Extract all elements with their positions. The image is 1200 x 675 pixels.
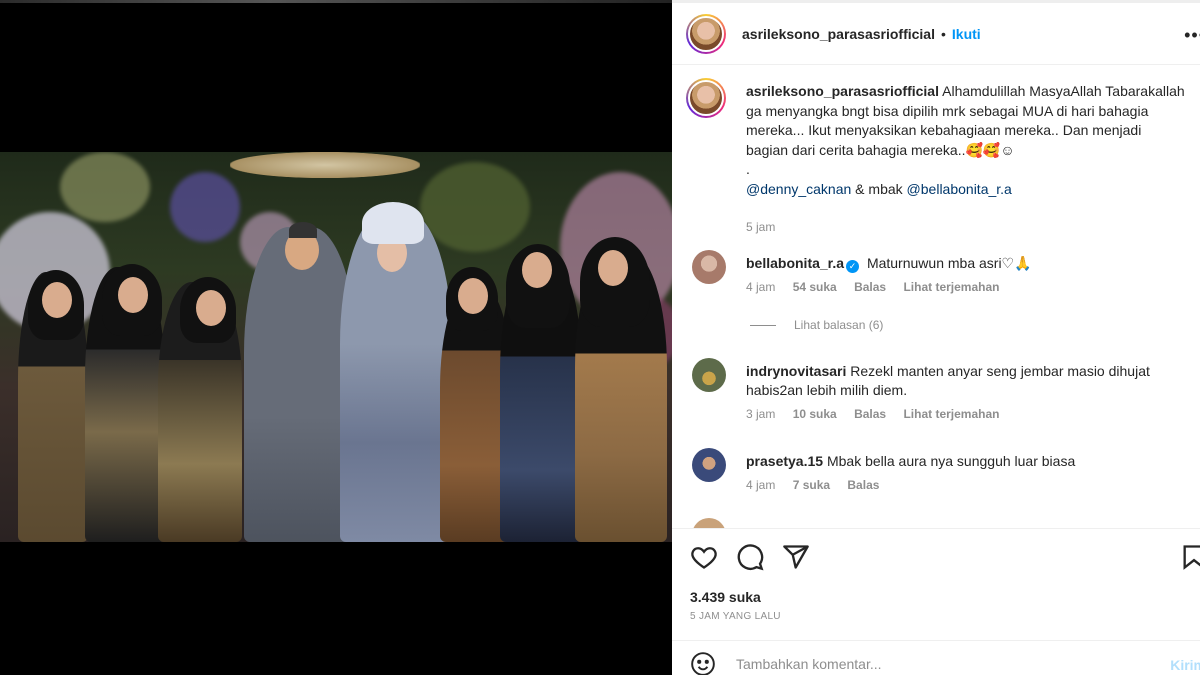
post-header: asrileksono_parasasriofficial • Ikuti ••… bbox=[672, 3, 1200, 65]
post-time-ago[interactable]: 5 JAM YANG LALU bbox=[690, 611, 781, 622]
smiley-icon[interactable] bbox=[690, 651, 716, 675]
comment-likes[interactable]: 7 suka bbox=[793, 478, 830, 492]
caption-mention-denny[interactable]: @denny_caknan bbox=[746, 181, 851, 197]
comment-text: bellabonita_r.a ✓ Maturnuwun mba asri♡🙏 bbox=[746, 254, 1200, 273]
comment-meta: 4 jam 7 suka Balas bbox=[746, 478, 893, 492]
comment-meta: 4 jam 54 suka Balas Lihat terjemahan bbox=[746, 280, 1013, 294]
heart-icon[interactable] bbox=[690, 543, 718, 571]
comment-time[interactable]: 3 jam bbox=[746, 407, 775, 421]
post-photo[interactable] bbox=[0, 152, 672, 542]
send-icon[interactable] bbox=[782, 543, 810, 571]
comment-body: Maturnuwun mba asri♡🙏 bbox=[866, 255, 1032, 271]
caption-connector: & mbak bbox=[851, 180, 907, 197]
caption-username[interactable]: asrileksono_parasasriofficial bbox=[746, 83, 939, 99]
post-media-area bbox=[0, 0, 672, 675]
author-username[interactable]: asrileksono_parasasriofficial bbox=[742, 26, 935, 42]
comment-time[interactable]: 4 jam bbox=[746, 280, 775, 294]
comment-text: prasetya.15 Mbak bella aura nya sungguh … bbox=[746, 452, 1200, 471]
view-replies-label: Lihat balasan (6) bbox=[794, 318, 884, 332]
header-separator: • bbox=[941, 25, 946, 42]
post-actions: 3.439 suka 5 JAM YANG LALU bbox=[672, 528, 1200, 648]
comment-translate-button[interactable]: Lihat terjemahan bbox=[903, 407, 999, 421]
view-replies-line bbox=[750, 324, 776, 326]
caption-avatar[interactable] bbox=[686, 78, 726, 118]
comment-likes[interactable]: 10 suka bbox=[793, 407, 837, 421]
post-comment-button[interactable]: Kirim bbox=[1170, 657, 1200, 673]
comment-translate-button[interactable]: Lihat terjemahan bbox=[903, 280, 999, 294]
follow-button[interactable]: Ikuti bbox=[952, 26, 981, 42]
post-detail-panel: asrileksono_parasasriofficial • Ikuti ••… bbox=[672, 0, 1200, 675]
comment-avatar[interactable] bbox=[692, 250, 726, 284]
comment-time[interactable]: 4 jam bbox=[746, 478, 775, 492]
view-replies-button[interactable]: Lihat balasan (6) bbox=[750, 318, 883, 332]
comment-likes[interactable]: 54 suka bbox=[793, 280, 837, 294]
comment-reply-button[interactable]: Balas bbox=[854, 280, 886, 294]
caption-dot: . bbox=[746, 161, 750, 177]
comment-avatar[interactable] bbox=[692, 358, 726, 392]
comment-reply-button[interactable]: Balas bbox=[847, 478, 879, 492]
comment-avatar[interactable] bbox=[692, 448, 726, 482]
caption-mention-bella[interactable]: @bellabonita_r.a bbox=[907, 181, 1012, 197]
author-avatar[interactable] bbox=[686, 13, 726, 54]
wedding-sign bbox=[230, 152, 420, 178]
comment-meta: 3 jam 10 suka Balas Lihat terjemahan bbox=[746, 407, 1013, 421]
caption-time[interactable]: 5 jam bbox=[746, 220, 775, 234]
more-horizontal-icon[interactable]: ••• bbox=[1184, 25, 1200, 46]
comment-reply-button[interactable]: Balas bbox=[854, 407, 886, 421]
caption-text: asrileksono_parasasriofficial Alhamdulil… bbox=[746, 82, 1186, 199]
comment-avatar[interactable] bbox=[692, 518, 726, 528]
comment-username[interactable]: indrynovitasari bbox=[746, 363, 846, 379]
action-icons bbox=[690, 543, 810, 571]
comment-username[interactable]: bellabonita_r.a bbox=[746, 255, 844, 271]
comment-body: Mbak bella aura nya sungguh luar biasa bbox=[826, 453, 1076, 469]
comment-input[interactable] bbox=[736, 656, 1136, 672]
verified-badge-icon: ✓ bbox=[846, 260, 860, 273]
likes-count[interactable]: 3.439 suka bbox=[690, 589, 761, 605]
bookmark-icon[interactable] bbox=[1180, 543, 1200, 571]
previous-content-strip bbox=[0, 0, 672, 3]
comment-text: indrynovitasari Rezekl manten anyar seng… bbox=[746, 362, 1200, 400]
comments-list[interactable]: asrileksono_parasasriofficial Alhamdulil… bbox=[672, 66, 1200, 528]
add-comment-bar: Kirim bbox=[672, 640, 1200, 675]
comment-username[interactable]: prasetya.15 bbox=[746, 453, 823, 469]
comment-icon[interactable] bbox=[736, 543, 764, 571]
